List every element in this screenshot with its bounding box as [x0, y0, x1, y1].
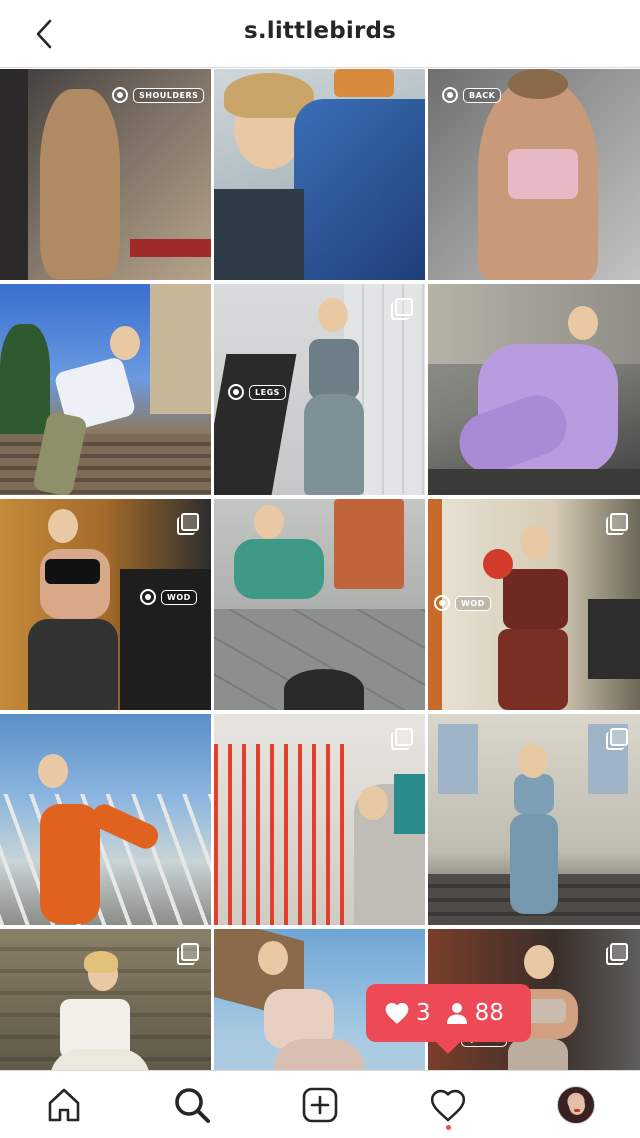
- tag-pin-icon: [434, 595, 450, 611]
- carousel-icon: [177, 513, 199, 535]
- product-tag[interactable]: BACK: [442, 87, 502, 103]
- tag-pin-icon: [228, 384, 244, 400]
- carousel-icon: [606, 728, 628, 750]
- photo-tile[interactable]: [214, 499, 425, 710]
- user-icon: [446, 1003, 467, 1024]
- heart-icon: [430, 1089, 466, 1122]
- carousel-icon: [606, 513, 628, 535]
- photo-tile[interactable]: [428, 284, 640, 495]
- photo-tile[interactable]: [214, 714, 425, 925]
- nav-search[interactable]: [170, 1083, 214, 1127]
- photo-tile[interactable]: LEGS: [214, 284, 425, 495]
- photo-tile[interactable]: [0, 284, 211, 495]
- nav-activity[interactable]: [426, 1083, 470, 1127]
- heart-icon: [385, 1003, 409, 1024]
- carousel-icon: [177, 943, 199, 965]
- activity-notification-bubble[interactable]: 3 88: [366, 984, 531, 1054]
- carousel-icon: [606, 943, 628, 965]
- photo-tile[interactable]: BACK: [428, 69, 640, 280]
- likes-count: 3: [416, 1000, 431, 1026]
- photo-tile[interactable]: SHOULDERS: [0, 69, 211, 280]
- followers-count: 88: [474, 1000, 504, 1026]
- product-tag[interactable]: SHOULDERS: [112, 87, 205, 103]
- avatar: [557, 1086, 595, 1124]
- photo-tile[interactable]: [428, 714, 640, 925]
- home-icon: [48, 1088, 80, 1122]
- photo-tile[interactable]: [214, 69, 425, 280]
- photo-tile[interactable]: [0, 714, 211, 925]
- product-tag[interactable]: WOD: [140, 589, 197, 605]
- photo-tile[interactable]: WOD: [428, 499, 640, 710]
- tag-pin-icon: [112, 87, 128, 103]
- photo-grid: SHOULDERS BACK LEGS WOD WOD: [0, 69, 640, 1138]
- tag-label: BACK: [463, 87, 502, 103]
- product-tag[interactable]: LEGS: [228, 384, 286, 400]
- nav-profile[interactable]: [554, 1083, 598, 1127]
- bottom-navigation: [0, 1070, 640, 1138]
- header: s.littlebirds: [0, 0, 640, 68]
- carousel-icon: [391, 728, 413, 750]
- plus-square-icon: [302, 1087, 338, 1123]
- profile-username-title: s.littlebirds: [243, 18, 397, 44]
- tag-label: SHOULDERS: [133, 87, 205, 103]
- carousel-icon: [391, 298, 413, 320]
- tag-pin-icon: [140, 589, 156, 605]
- activity-indicator-dot: [446, 1125, 451, 1130]
- photo-tile[interactable]: WOD: [0, 499, 211, 710]
- nav-new-post[interactable]: [298, 1083, 342, 1127]
- nav-home[interactable]: [42, 1083, 86, 1127]
- tag-label: WOD: [455, 595, 491, 611]
- tag-label: WOD: [161, 589, 197, 605]
- tag-pin-icon: [442, 87, 458, 103]
- search-icon: [175, 1088, 210, 1123]
- tag-label: LEGS: [249, 384, 286, 400]
- product-tag[interactable]: WOD: [434, 595, 491, 611]
